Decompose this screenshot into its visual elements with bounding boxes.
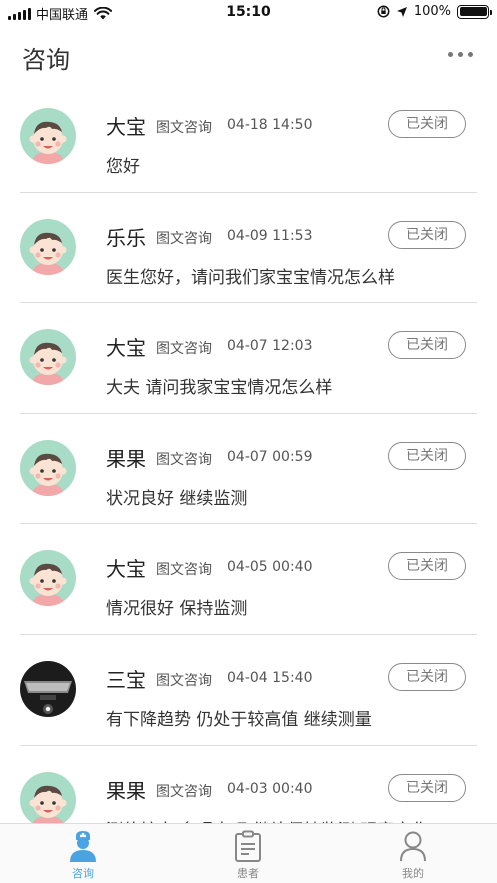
patient-name: 乐乐	[106, 225, 146, 250]
avatar	[20, 771, 76, 823]
consult-time: 04-09 11:53	[227, 227, 313, 244]
consult-time: 04-07 12:03	[227, 338, 313, 355]
consult-time: 04-18 14:50	[227, 117, 313, 133]
orientation-lock-icon	[377, 5, 390, 18]
closed-status-button[interactable]: 已关闭	[388, 773, 466, 802]
consult-type: 图文咨询	[156, 341, 212, 358]
last-message: 有下降趋势 仍处于较高值 继续测量	[106, 709, 372, 730]
consult-time: 04-05 00:40	[227, 559, 313, 576]
page-title: 咨询	[22, 46, 70, 74]
tab-consult[interactable]: 咨询	[43, 828, 123, 881]
closed-status-button[interactable]: 已关闭	[388, 552, 466, 581]
tab-label: 患者	[237, 867, 259, 880]
tab-label: 我的	[402, 867, 424, 880]
status-right: 100%	[377, 4, 492, 19]
consult-time: 04-03 00:40	[227, 780, 313, 797]
consult-type: 图文咨询	[156, 562, 212, 579]
consult-time: 04-07 00:59	[227, 448, 313, 465]
consultation-item[interactable]: 大宝 图文咨询 04-18 14:50 您好 已关闭	[0, 82, 497, 193]
avatar	[20, 218, 76, 275]
tab-mine[interactable]: 我的	[373, 828, 453, 881]
closed-status-button[interactable]: 已关闭	[388, 441, 466, 470]
consult-type: 图文咨询	[156, 120, 212, 136]
avatar	[20, 439, 76, 496]
avatar	[20, 108, 76, 164]
patient-name: 果果	[106, 778, 146, 803]
patient-name: 大宝	[106, 115, 146, 139]
header: 咨询	[0, 26, 497, 88]
location-icon	[396, 6, 407, 17]
consult-type: 图文咨询	[156, 451, 212, 468]
last-message: 医生您好，请问我们家宝宝情况怎么样	[106, 267, 395, 288]
tab-bar: 咨询 患者 我的	[0, 823, 497, 883]
consult-type: 图文咨询	[156, 783, 212, 800]
patient-name: 大宝	[106, 557, 146, 582]
consultation-list: 大宝 图文咨询 04-18 14:50 您好 已关闭 乐乐 图文咨询 04-09 11:53 医…	[0, 82, 497, 823]
consult-type: 图文咨询	[156, 672, 212, 689]
consult-time: 04-04 15:40	[227, 669, 313, 686]
last-message: 您好	[106, 157, 140, 177]
last-message: 测值较高 多喝水吧 继续保持监测 观察变化	[106, 816, 428, 823]
patient-name: 大宝	[106, 336, 146, 361]
battery-icon	[457, 4, 492, 19]
consultation-item[interactable]: 果果图文咨询 04-03 00:40 测值较高 多喝水吧 继续保持监测 观察变化 已关…	[0, 746, 497, 823]
avatar	[20, 329, 76, 386]
avatar	[20, 550, 76, 607]
avatar	[20, 660, 76, 717]
status-bar: 中国联通 15:10 100%	[0, 0, 497, 26]
closed-status-button[interactable]: 已关闭	[388, 110, 466, 138]
patient-name: 果果	[106, 446, 146, 471]
consultation-item[interactable]: 果果 图文咨询 04-07 00:59 状况良好 继续监测 已关闭	[0, 414, 497, 525]
clipboard-icon	[208, 828, 288, 862]
consultation-item[interactable]: 乐乐 图文咨询 04-09 11:53 医生您好，请问我们家宝宝情况怎么样 已关闭	[0, 193, 497, 304]
last-message: 大夫 请问我家宝宝情况怎么样	[106, 378, 333, 399]
tab-label: 咨询	[72, 867, 94, 880]
more-icon[interactable]	[448, 52, 473, 57]
tab-patients[interactable]: 患者	[208, 828, 288, 881]
last-message: 情况很好 保持监测	[106, 599, 248, 620]
user-icon	[373, 828, 453, 862]
closed-status-button[interactable]: 已关闭	[388, 662, 466, 691]
consultation-item[interactable]: 大宝 图文咨询 04-05 00:40 情况很好 保持监测 已关闭	[0, 524, 497, 635]
closed-status-button[interactable]: 已关闭	[388, 220, 466, 249]
consult-type: 图文咨询	[156, 230, 212, 247]
consultation-item[interactable]: 大宝 图文咨询 04-07 12:03 大夫 请问我家宝宝情况怎么样 已关闭	[0, 303, 497, 414]
consultation-item[interactable]: 三宝 图文咨询 04-04 15:40 有下降趋势 仍处于较高值 继续测量 已关闭	[0, 635, 497, 746]
doctor-icon	[43, 828, 123, 862]
battery-percent: 100%	[413, 4, 451, 19]
patient-name: 三宝	[106, 667, 146, 692]
closed-status-button[interactable]: 已关闭	[388, 331, 466, 360]
last-message: 状况良好 继续监测	[106, 488, 248, 509]
